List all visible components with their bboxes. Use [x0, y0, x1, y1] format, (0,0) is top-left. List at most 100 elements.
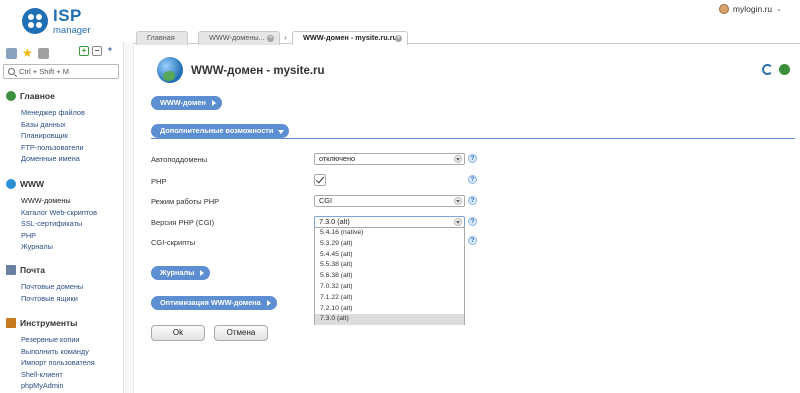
select-value: CGI	[319, 196, 332, 205]
dropdown-option[interactable]: 7.2.10 (alt)	[315, 304, 464, 315]
cancel-button[interactable]: Отмена	[214, 325, 268, 341]
nav-group-label: WWW	[20, 179, 45, 189]
sidebar-item-web-scripts[interactable]: Каталог Web-скриптов	[21, 207, 97, 219]
nav-group-title[interactable]: WWW	[6, 178, 97, 190]
sidebar-item-logs[interactable]: Журналы	[21, 241, 97, 253]
help-icon[interactable]: ?	[468, 217, 477, 226]
nav-group-www: WWW WWW-домены Каталог Web-скриптов SSL-…	[6, 178, 97, 253]
tab-label: Главная	[147, 33, 175, 42]
nav-group-main: Главное Менеджер файлов Базы данных План…	[6, 90, 85, 165]
autosubdomains-select[interactable]: отключено	[314, 153, 465, 165]
dropdown-option[interactable]: 5.4.45 (alt)	[315, 250, 464, 261]
cgi-label: CGI-скрипты	[151, 238, 196, 247]
page-title: WWW-домен - mysite.ru	[191, 65, 325, 77]
user-menu[interactable]: mylogin.ru ⌄	[718, 4, 782, 14]
tab-www-domain-edit[interactable]: WWW-домен - mysite.ru.ru ×	[292, 31, 408, 46]
globe-icon	[157, 57, 183, 83]
sidebar-resize-handle[interactable]	[124, 42, 134, 393]
sidebar-item-scheduler[interactable]: Планировщик	[21, 130, 85, 142]
sidebar-toolbar: ★	[6, 46, 49, 60]
tab-www-domains[interactable]: WWW-домены... ×	[198, 31, 280, 45]
section-www-domain[interactable]: WWW-домен	[151, 96, 222, 110]
autosubdomains-label: Автоподдомены	[151, 155, 208, 164]
ok-button[interactable]: Ok	[151, 325, 205, 341]
nav-group-title[interactable]: Главное	[6, 90, 85, 102]
sidebar-item-domain-names[interactable]: Доменные имена	[21, 153, 85, 165]
help-icon[interactable]: ?	[468, 236, 477, 245]
sidebar-item-php[interactable]: PHP	[21, 230, 97, 242]
php-mode-select[interactable]: CGI	[314, 195, 465, 207]
globe-action-icon[interactable]	[779, 64, 790, 75]
pin-icon[interactable]: ✦	[105, 46, 115, 56]
tab-label: WWW-домены...	[209, 33, 265, 42]
chevron-right-icon: ›	[284, 33, 287, 42]
dropdown-option[interactable]: 7.0.32 (alt)	[315, 282, 464, 293]
nav-group-label: Главное	[20, 91, 55, 101]
php-label: PHP	[151, 177, 167, 186]
tools-icon	[6, 318, 16, 328]
sidebar-item-databases[interactable]: Базы данных	[21, 119, 85, 131]
help-icon[interactable]: ?	[468, 175, 477, 184]
sidebar-item-www-domains[interactable]: WWW-домены	[21, 195, 97, 207]
star-icon[interactable]: ★	[22, 47, 33, 59]
briefcase-icon[interactable]	[38, 47, 49, 59]
dropdown-option[interactable]: 7.1.22 (alt)	[315, 293, 464, 304]
grid-icon[interactable]	[6, 47, 17, 59]
php-mode-label: Режим работы PHP	[151, 197, 220, 206]
sidebar-item-shell[interactable]: Shell-клиент	[21, 369, 95, 381]
sidebar-item-import-user[interactable]: Импорт пользователя	[21, 357, 95, 369]
tab-label: WWW-домен - mysite.ru.ru	[303, 33, 398, 42]
sidebar-search[interactable]	[3, 64, 119, 79]
sidebar: ★ + − ✦ Главное Менеджер файлов Базы дан…	[0, 42, 124, 393]
expand-all-icon[interactable]: +	[79, 46, 89, 56]
sidebar-item-phpmyadmin[interactable]: phpMyAdmin	[21, 380, 95, 392]
user-name: mylogin.ru	[732, 4, 773, 14]
ispmanager-logo[interactable]: ISP manager	[22, 6, 102, 38]
select-value: отключено	[319, 154, 356, 163]
close-icon[interactable]: ×	[395, 35, 402, 42]
close-icon[interactable]: ×	[267, 35, 274, 42]
nav-group-label: Инструменты	[20, 318, 78, 328]
chevron-down-icon	[454, 218, 462, 226]
sidebar-item-backups[interactable]: Резервные копии	[21, 334, 95, 346]
dropdown-option[interactable]: 5.3.29 (alt)	[315, 239, 464, 250]
tab-home[interactable]: Главная	[136, 31, 188, 45]
php-version-label: Версия PHP (CGI)	[151, 218, 215, 227]
dropdown-option[interactable]: 5.4.16 (native)	[315, 228, 464, 239]
logo-text: ISP	[53, 6, 82, 25]
nav-group-title[interactable]: Инструменты	[6, 317, 95, 329]
sidebar-item-ftp-users[interactable]: FTP-пользователи	[21, 142, 85, 154]
sidebar-item-mailboxes[interactable]: Почтовые ящики	[21, 293, 83, 305]
dropdown-option[interactable]: 5.6.38 (alt)	[315, 271, 464, 282]
section-extra-features[interactable]: Дополнительные возможности	[151, 124, 290, 138]
nav-group-tools: Инструменты Резервные копии Выполнить ко…	[6, 317, 95, 392]
php-checkbox[interactable]	[314, 174, 326, 186]
chevron-down-icon	[454, 155, 462, 163]
chevron-down-icon	[454, 197, 462, 205]
sidebar-item-run-command[interactable]: Выполнить команду	[21, 346, 95, 358]
chevron-down-icon: ⌄	[776, 6, 782, 13]
search-input[interactable]	[19, 66, 117, 77]
sidebar-item-mail-domains[interactable]: Почтовые домены	[21, 281, 83, 293]
sidebar-item-ssl[interactable]: SSL-сертификаты	[21, 218, 97, 230]
mail-icon	[6, 265, 16, 275]
main-content: WWW-домен - mysite.ru WWW-домен Дополнит…	[134, 45, 800, 393]
help-icon[interactable]: ?	[468, 154, 477, 163]
php-version-dropdown: 5.4.16 (native) 5.3.29 (alt) 5.4.45 (alt…	[314, 227, 465, 326]
logo-icon	[22, 8, 48, 34]
help-icon[interactable]: ?	[468, 196, 477, 205]
section-optimization[interactable]: Оптимизация WWW-домена	[151, 296, 277, 310]
globe-icon	[6, 179, 16, 189]
section-logs[interactable]: Журналы	[151, 266, 211, 280]
search-icon	[8, 68, 15, 75]
dropdown-option-selected[interactable]: 7.3.0 (alt)	[315, 314, 464, 326]
dropdown-option[interactable]: 5.5.38 (alt)	[315, 260, 464, 271]
user-avatar-icon	[718, 4, 729, 14]
refresh-icon[interactable]	[762, 64, 773, 75]
nav-group-title[interactable]: Почта	[6, 264, 83, 276]
sidebar-item-file-manager[interactable]: Менеджер файлов	[21, 107, 85, 119]
page-actions	[762, 64, 790, 75]
collapse-all-icon[interactable]: −	[92, 46, 102, 56]
section-divider	[151, 138, 795, 139]
select-value: 7.3.0 (alt)	[319, 217, 350, 226]
